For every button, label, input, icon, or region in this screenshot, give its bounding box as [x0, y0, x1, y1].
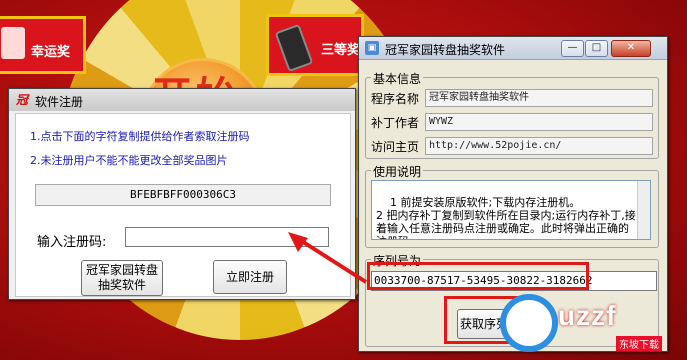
usage-title: 使用说明 [371, 163, 424, 180]
register-dialog: 冠 软件注册 1.点击下面的字符复制提供给作者索取注册码 2.未注册用户不能不能… [8, 88, 356, 300]
program-name-button[interactable]: 冠军家园转盘 抽奖软件 [81, 260, 163, 296]
field-label-homepage: 访问主页 [371, 140, 420, 154]
basic-info-title: 基本信息 [371, 70, 424, 87]
minimize-button[interactable]: — [561, 40, 584, 57]
memo-scrollbar[interactable] [637, 181, 650, 239]
uzzf-logo-icon [500, 294, 558, 352]
app-icon: ▣ [365, 41, 379, 55]
maximize-button[interactable]: □ [585, 40, 608, 57]
watermark-text: uzzf [558, 300, 617, 331]
program-button-line-2: 抽奖软件 [97, 278, 146, 292]
prize-label: 幸运奖 [31, 45, 71, 60]
code-input-label: 输入注册码: [37, 235, 107, 250]
window-title: 冠军家园转盘抽奖软件 [385, 43, 506, 57]
instruction-line-2: 2.未注册用户不能不能更改全部奖品图片 [30, 154, 228, 167]
program-button-line-1: 冠军家园转盘 [85, 263, 158, 277]
app-logo-icon: 冠 [15, 93, 28, 107]
title-bar[interactable]: ▣ 冠军家园转盘抽奖软件 — □ ✕ [359, 37, 667, 60]
field-label-program: 程序名称 [371, 92, 420, 106]
prize-tile-third: 三等奖 [266, 14, 364, 76]
usage-text: 1 前提安装原版软件;下载内存注册机。 2 把内存补丁复制到软件所在目录内;运行… [376, 196, 636, 239]
machine-code-box[interactable]: BFEBFBFF000306C3 [35, 184, 331, 206]
prize-label: 三等奖 [321, 43, 361, 58]
instruction-line-1: 1.点击下面的字符复制提供给作者索取注册码 [30, 130, 250, 143]
patch-author-field[interactable]: WYWZ [425, 113, 653, 131]
gift-icon [1, 27, 25, 59]
prize-tile-lucky: 幸运奖 [0, 16, 86, 74]
phone-icon [274, 23, 314, 73]
registration-code-input[interactable] [125, 227, 329, 247]
homepage-field[interactable]: http://www.52pojie.cn/ [425, 137, 653, 155]
field-label-author: 补丁作者 [371, 116, 420, 130]
dialog-title: 软件注册 [35, 95, 84, 109]
serial-highlight-box [367, 262, 589, 290]
title-bar[interactable]: 冠 软件注册 [9, 89, 355, 111]
close-button[interactable]: ✕ [611, 40, 651, 57]
usage-memo[interactable]: 1 前提安装原版软件;下载内存注册机。 2 把内存补丁复制到软件所在目录内;运行… [371, 180, 651, 240]
program-name-field[interactable]: 冠军家园转盘抽奖软件 [425, 89, 653, 107]
watermark: uzzf 东坡下载 [500, 292, 687, 354]
watermark-subtext: 东坡下载 [616, 336, 662, 351]
register-now-button[interactable]: 立即注册 [213, 260, 287, 294]
